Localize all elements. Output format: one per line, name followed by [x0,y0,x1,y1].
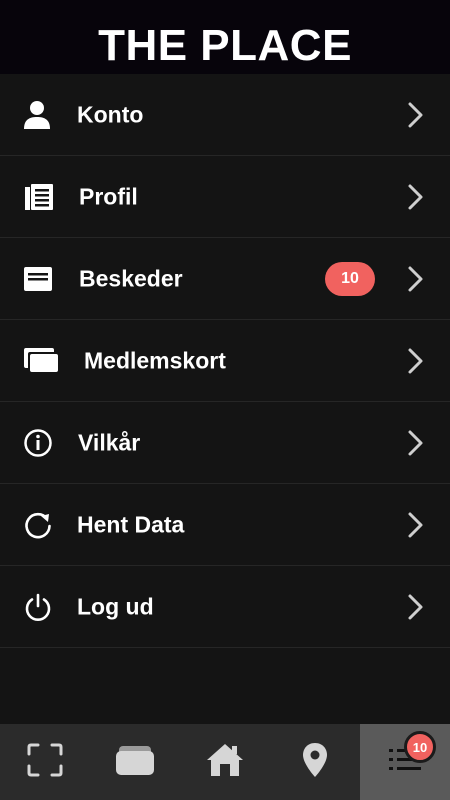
chevron-right-icon [404,347,426,375]
chevron-right-icon [404,183,426,211]
menu-item-label: Konto [77,101,144,127]
app-title: THE PLACE [98,21,352,70]
inbox-icon [23,263,55,295]
power-icon [23,591,55,623]
location-pin-icon [301,741,329,784]
scan-icon [26,742,64,783]
refresh-icon [23,509,55,541]
tab-wallet[interactable] [90,724,180,800]
chevron-right-icon [404,101,426,129]
menu-item-hent-data[interactable]: Hent Data [0,484,450,566]
menu-item-vilkar[interactable]: Vilkår [0,402,450,484]
tab-location[interactable] [270,724,360,800]
menu-item-medlemskort[interactable]: Medlemskort [0,320,450,402]
user-icon [23,99,55,131]
tab-scan[interactable] [0,724,90,800]
cards-icon [23,345,61,377]
chevron-right-icon [404,429,426,457]
settings-menu: Konto Profil Beskeder 10 Medlemskort Vil… [0,74,450,648]
menu-item-profil[interactable]: Profil [0,156,450,238]
menu-item-label: Beskeder [79,265,183,291]
tab-menu[interactable]: 10 [360,724,450,800]
menu-item-konto[interactable]: Konto [0,74,450,156]
menu-item-log-ud[interactable]: Log ud [0,566,450,648]
unread-count-badge: 10 [325,261,375,296]
wallet-icon [115,743,155,782]
chevron-right-icon [404,593,426,621]
notification-badge: 10 [404,731,436,763]
menu-item-label: Vilkår [78,429,141,455]
chevron-right-icon [404,511,426,539]
tab-home[interactable] [180,724,270,800]
bottom-tab-bar: 10 [0,724,450,800]
info-icon [23,427,55,459]
menu-item-beskeder[interactable]: Beskeder 10 [0,238,450,320]
home-icon [206,742,244,783]
menu-item-label: Profil [79,183,138,209]
menu-item-label: Medlemskort [84,347,226,373]
menu-item-label: Hent Data [77,511,185,537]
app-header: THE PLACE [0,0,450,74]
chevron-right-icon [404,265,426,293]
document-icon [23,181,55,213]
menu-item-label: Log ud [77,593,154,619]
